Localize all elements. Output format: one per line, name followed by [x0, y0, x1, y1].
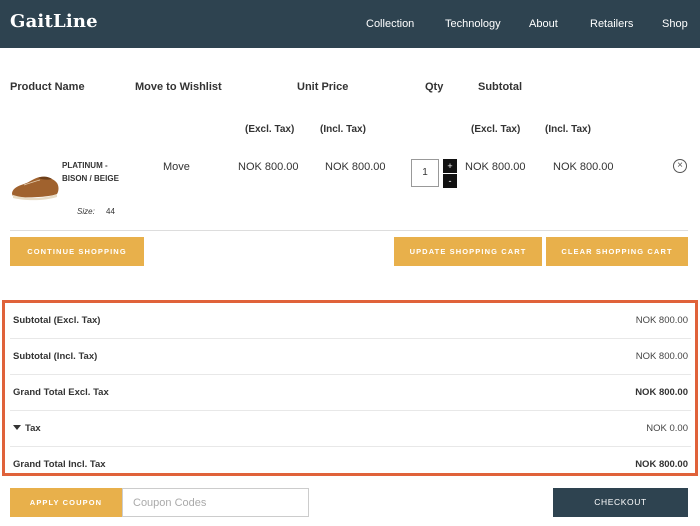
totals-panel: Subtotal (Excl. Tax) NOK 800.00 Subtotal…	[2, 300, 698, 476]
size-value: 44	[106, 207, 115, 216]
product-name-link[interactable]: PLATINUM - BISON / BEIGE	[62, 160, 122, 185]
totals-value: NOK 800.00	[635, 351, 688, 362]
col-subheader-subtotal-excl-tax: (Excl. Tax)	[471, 124, 521, 135]
col-subheader-unit-incl-tax: (Incl. Tax)	[320, 124, 366, 135]
tax-toggle[interactable]: Tax	[13, 423, 41, 434]
brand-logo[interactable]: GaitLine	[10, 11, 98, 32]
caret-down-icon	[13, 425, 21, 430]
col-header-move-to-wishlist: Move to Wishlist	[135, 81, 222, 93]
col-header-qty: Qty	[425, 81, 444, 93]
qty-decrease-button[interactable]: -	[443, 174, 457, 188]
qty-increase-button[interactable]: +	[443, 159, 457, 173]
col-subheader-unit-excl-tax: (Excl. Tax)	[245, 124, 295, 135]
col-subheader-subtotal-incl-tax: (Incl. Tax)	[545, 124, 591, 135]
cart-divider	[10, 230, 688, 231]
unit-price-incl-tax: NOK 800.00	[325, 161, 386, 173]
totals-value: NOK 0.00	[646, 423, 688, 434]
product-thumbnail[interactable]	[10, 166, 60, 204]
totals-value: NOK 800.00	[635, 387, 688, 398]
update-shopping-cart-button[interactable]: Update Shopping Cart	[394, 237, 542, 266]
totals-label: Tax	[25, 423, 41, 434]
nav-about[interactable]: About	[529, 18, 558, 30]
totals-label: Grand Total Incl. Tax	[13, 459, 106, 470]
continue-shopping-button[interactable]: Continue Shopping	[10, 237, 144, 266]
checkout-button[interactable]: Checkout	[553, 488, 688, 517]
apply-coupon-button[interactable]: Apply Coupon	[10, 488, 122, 517]
totals-value: NOK 800.00	[635, 459, 688, 470]
nav-technology[interactable]: Technology	[445, 18, 501, 30]
totals-row-subtotal-excl: Subtotal (Excl. Tax) NOK 800.00	[10, 303, 691, 339]
col-header-subtotal: Subtotal	[478, 81, 522, 93]
nav-shop[interactable]: Shop	[662, 18, 688, 30]
remove-item-icon[interactable]: ×	[673, 159, 687, 173]
quantity-input[interactable]: 1	[411, 159, 439, 187]
subtotal-incl-tax: NOK 800.00	[553, 161, 614, 173]
totals-label: Grand Total Excl. Tax	[13, 387, 109, 398]
totals-label: Subtotal (Incl. Tax)	[13, 351, 98, 362]
unit-price-excl-tax: NOK 800.00	[238, 161, 299, 173]
nav-collection[interactable]: Collection	[366, 18, 414, 30]
coupon-code-input[interactable]	[122, 488, 309, 517]
subtotal-excl-tax: NOK 800.00	[465, 161, 526, 173]
top-navigation-bar: GaitLine Collection Technology About Ret…	[0, 0, 700, 48]
totals-row-subtotal-incl: Subtotal (Incl. Tax) NOK 800.00	[10, 339, 691, 375]
col-header-product-name: Product Name	[10, 81, 85, 93]
col-header-unit-price: Unit Price	[297, 81, 349, 93]
totals-value: NOK 800.00	[635, 315, 688, 326]
size-label: Size:	[77, 207, 95, 216]
move-to-wishlist-link[interactable]: Move	[163, 161, 190, 173]
totals-row-tax[interactable]: Tax NOK 0.00	[10, 411, 691, 447]
totals-label: Subtotal (Excl. Tax)	[13, 315, 101, 326]
totals-row-grand-total-incl: Grand Total Incl. Tax NOK 800.00	[10, 447, 691, 483]
clear-shopping-cart-button[interactable]: Clear Shopping Cart	[546, 237, 688, 266]
nav-retailers[interactable]: Retailers	[590, 18, 633, 30]
totals-row-grand-total-excl: Grand Total Excl. Tax NOK 800.00	[10, 375, 691, 411]
